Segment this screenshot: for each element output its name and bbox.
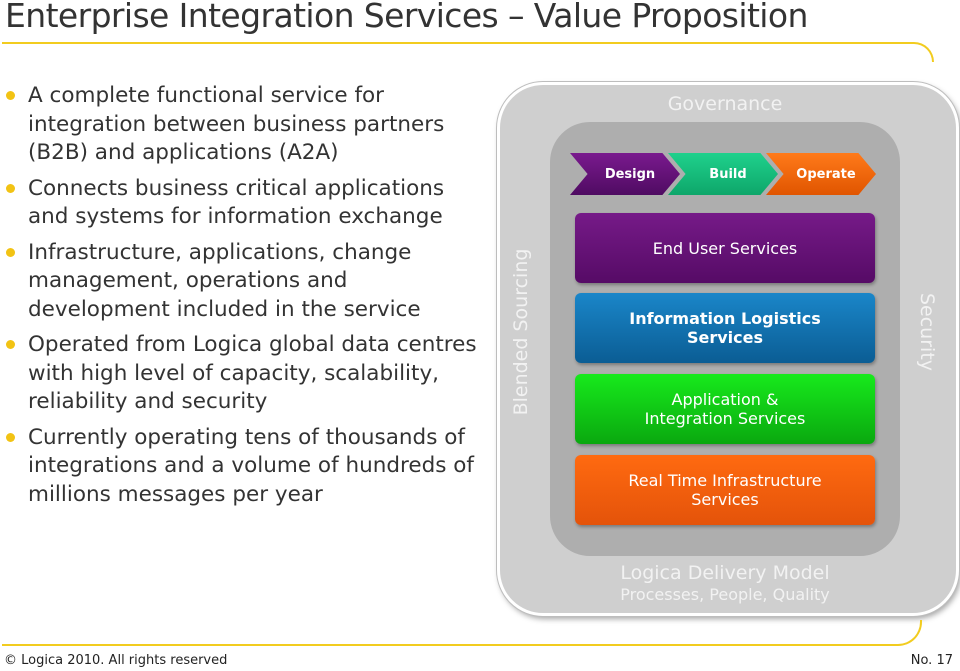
layer-end-user-services: End User Services [575,213,875,283]
bullet-text: Operated from Logica global data centres… [28,332,477,414]
bullet-item: Infrastructure, applications, change man… [4,239,484,325]
top-divider [2,42,934,62]
phase-label: Operate [796,166,856,182]
bullet-icon [6,183,15,193]
copyright: © Logica 2010. All rights reserved [4,653,228,668]
bullet-icon [6,247,15,257]
bullet-text: Currently operating tens of thousands of… [28,424,474,507]
layer-label: End User Services [652,238,798,258]
slide-title: Enterprise Integration Services – Value … [5,0,808,35]
bullet-item: A complete functional service for integr… [4,82,484,168]
blended-sourcing-label: Blended Sourcing [510,248,532,416]
delivery-model-label: Logica Delivery Model [620,562,830,584]
phase-label: Build [709,166,747,182]
layer-label: Real Time Infrastructure Services [628,471,822,509]
bullet-icon [6,340,15,349]
layer-information-logistics: Information Logistics Services [575,293,875,363]
bullet-text: A complete functional service for integr… [28,83,445,165]
bullet-text: Connects business critical applications … [28,175,445,230]
security-label: Security [916,292,938,372]
bottom-divider [2,620,922,646]
governance-label: Governance [667,93,783,115]
layer-real-time-infrastructure: Real Time Infrastructure Services [575,455,875,525]
page-number: No. 17 [910,653,953,668]
bullet-icon [6,432,15,442]
bullet-item: Currently operating tens of thousands of… [4,424,484,510]
layer-label: Information Logistics Services [629,309,821,347]
bullet-text: Infrastructure, applications, change man… [28,239,421,322]
layer-application-integration: Application & Integration Services [575,374,875,444]
bullet-icon [6,91,15,100]
layer-label: Application & Integration Services [644,390,806,428]
phase-label: Design [604,166,656,182]
bullet-list: A complete functional service for integr… [4,82,484,516]
delivery-model-caption: Logica Delivery Model Processes, People,… [497,562,953,606]
bullet-item: Connects business critical applications … [4,175,484,232]
delivery-model-sublabel: Processes, People, Quality [620,585,830,604]
bullet-item: Operated from Logica global data centres… [4,331,484,417]
